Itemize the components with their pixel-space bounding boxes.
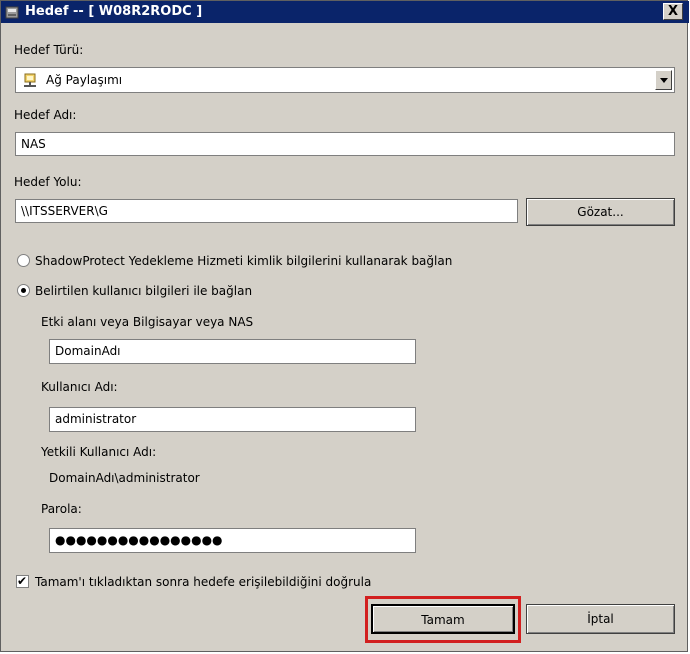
- target-path-input[interactable]: \\ITSSERVER\G: [15, 199, 518, 223]
- close-button[interactable]: X: [663, 3, 683, 20]
- password-label: Parola:: [41, 502, 82, 516]
- radio-service-credentials-label: ShadowProtect Yedekleme Hizmeti kimlik b…: [35, 254, 453, 268]
- authorized-user-label: Yetkili Kullanıcı Adı:: [41, 445, 157, 459]
- target-path-label: Hedef Yolu:: [14, 175, 82, 189]
- target-name-label: Hedef Adı:: [14, 108, 77, 122]
- title-bar[interactable]: Hedef -- [ W08R2RODC ] X: [1, 1, 689, 23]
- checkmark-icon: ✔: [17, 574, 28, 588]
- username-label: Kullanıcı Adı:: [41, 380, 118, 394]
- domain-label: Etki alanı veya Bilgisayar veya NAS: [41, 315, 254, 329]
- drive-icon: [5, 6, 19, 19]
- username-input[interactable]: administrator: [49, 407, 416, 432]
- target-type-label: Hedef Türü:: [14, 43, 84, 57]
- target-type-value: Ağ Paylaşımı: [46, 73, 123, 87]
- authorized-user-value: DomainAdı\administrator: [49, 471, 200, 485]
- chevron-down-icon[interactable]: [655, 70, 672, 90]
- verify-checkbox-label: Tamam'ı tıkladıktan sonra hedefe erişile…: [35, 575, 372, 589]
- dialog-window: Hedef -- [ W08R2RODC ] X Hedef Türü: Ağ …: [0, 0, 689, 652]
- target-type-select[interactable]: Ağ Paylaşımı: [15, 67, 675, 93]
- window-title: Hedef -- [ W08R2RODC ]: [25, 4, 203, 19]
- cancel-button[interactable]: İptal: [526, 604, 675, 634]
- radio-user-credentials[interactable]: [17, 284, 30, 297]
- password-input[interactable]: ●●●●●●●●●●●●●●●●: [49, 528, 416, 553]
- verify-checkbox[interactable]: ✔: [16, 574, 29, 588]
- target-name-input[interactable]: NAS: [15, 132, 675, 156]
- radio-user-credentials-label: Belirtilen kullanıcı bilgileri ile bağla…: [35, 284, 253, 298]
- domain-input[interactable]: DomainAdı: [49, 339, 416, 364]
- highlight-box: [365, 596, 521, 643]
- network-share-icon: [24, 73, 36, 87]
- radio-service-credentials[interactable]: [17, 254, 30, 267]
- browse-button[interactable]: Gözat...: [526, 198, 675, 226]
